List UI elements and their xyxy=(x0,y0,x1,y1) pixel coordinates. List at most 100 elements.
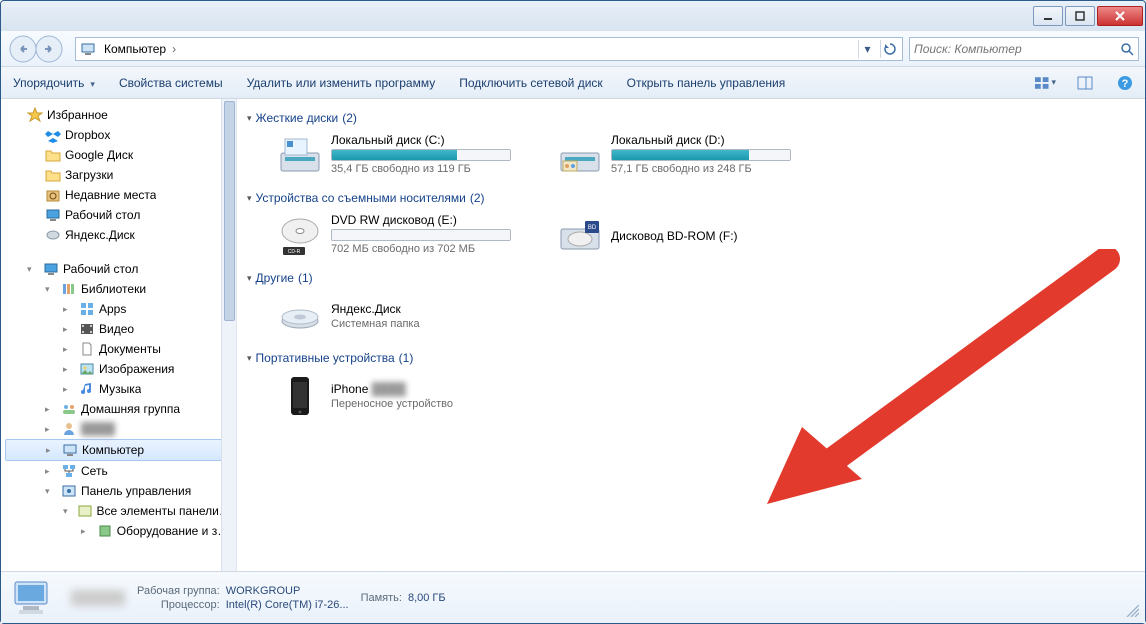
usage-bar xyxy=(331,149,511,161)
search-icon xyxy=(1120,42,1134,56)
folder-icon xyxy=(45,147,61,163)
bdrom-icon: BD xyxy=(557,213,603,259)
sidebar-item-recent[interactable]: Недавние места xyxy=(5,185,236,205)
cp-all-icon xyxy=(77,503,93,519)
breadcrumb-dropdown[interactable]: ▾ xyxy=(858,40,876,58)
organize-button[interactable]: Упорядочить xyxy=(9,74,99,92)
sidebar-item-computer[interactable]: ▸Компьютер xyxy=(5,439,236,461)
cdrom-icon: CD-R xyxy=(277,213,323,259)
minimize-button[interactable] xyxy=(1033,6,1063,26)
search-input[interactable] xyxy=(914,42,1120,56)
usage-bar xyxy=(331,229,511,241)
uninstall-change-button[interactable]: Удалить или изменить программу xyxy=(243,74,440,92)
sidebar-desktop-head[interactable]: ▾Рабочий стол xyxy=(5,259,236,279)
resize-grip[interactable] xyxy=(1125,603,1139,617)
sidebar-item-docs[interactable]: ▸Документы xyxy=(5,339,236,359)
search-box[interactable] xyxy=(909,37,1139,61)
sidebar-item-pics[interactable]: ▸Изображения xyxy=(5,359,236,379)
music-icon xyxy=(79,381,95,397)
memory-label: Память: xyxy=(361,592,402,604)
sidebar-item-homegroup[interactable]: ▸Домашняя группа xyxy=(5,399,236,419)
workgroup-value: WORKGROUP xyxy=(226,585,349,597)
svg-text:CD-R: CD-R xyxy=(288,249,301,255)
ydisk-icon xyxy=(277,293,323,339)
section-removable[interactable]: ▾Устройства со съемными носителями (2) xyxy=(247,191,1135,205)
sidebar-item-ydisk[interactable]: Яндекс.Диск xyxy=(5,225,236,245)
recent-icon xyxy=(45,187,61,203)
sidebar-item-music[interactable]: ▸Музыка xyxy=(5,379,236,399)
item-iphone[interactable]: iPhone ████Переносное устройство xyxy=(277,373,537,419)
computer-icon xyxy=(62,442,78,458)
sidebar-item-videos[interactable]: ▸Видео xyxy=(5,319,236,339)
collapse-icon: ▾ xyxy=(27,264,39,275)
sidebar-item-cp-hw[interactable]: ▸Оборудование и звук xyxy=(5,521,236,541)
maximize-button[interactable] xyxy=(1065,6,1095,26)
drive-icon xyxy=(557,133,603,179)
sidebar-item-network[interactable]: ▸Сеть xyxy=(5,461,236,481)
memory-value: 8,00 ГБ xyxy=(408,592,446,604)
statusbar-domain-blurred xyxy=(71,590,125,606)
star-icon xyxy=(27,107,43,123)
cpu-value: Intel(R) Core(TM) i7-26... xyxy=(226,599,349,611)
view-icons-button[interactable]: ▾ xyxy=(1033,71,1057,95)
iphone-icon xyxy=(277,373,323,419)
desktop-icon xyxy=(45,207,61,223)
close-button[interactable] xyxy=(1097,6,1143,26)
item-ydisk[interactable]: Яндекс.ДискСистемная папка xyxy=(277,293,537,339)
drive-item-d[interactable]: Локальный диск (D:)57,1 ГБ свободно из 2… xyxy=(557,133,817,179)
statusbar: Рабочая группа:WORKGROUP Процессор:Intel… xyxy=(1,571,1145,623)
sidebar-item-apps[interactable]: ▸Apps xyxy=(5,299,236,319)
section-portable[interactable]: ▾Портативные устройства (1) xyxy=(247,351,1135,365)
user-icon xyxy=(61,421,77,437)
section-other[interactable]: ▾Другие (1) xyxy=(247,271,1135,285)
svg-text:?: ? xyxy=(1122,78,1129,90)
drive-item-c[interactable]: Локальный диск (C:)35,4 ГБ свободно из 1… xyxy=(277,133,537,179)
sidebar-item-user[interactable]: ▸████ xyxy=(5,419,236,439)
svg-text:BD: BD xyxy=(588,225,597,231)
pictures-icon xyxy=(79,361,95,377)
sidebar-item-gdrive[interactable]: Google Диск xyxy=(5,145,236,165)
sidebar-item-desktop[interactable]: Рабочий стол xyxy=(5,205,236,225)
sidebar: Избранное Dropbox Google Диск Загрузки Н… xyxy=(1,99,237,571)
sidebar-favorites-head[interactable]: Избранное xyxy=(5,105,236,125)
open-cpanel-button[interactable]: Открыть панель управления xyxy=(623,74,790,92)
drive-icon xyxy=(277,133,323,179)
collapse-icon: ▾ xyxy=(63,506,73,517)
hardware-icon xyxy=(97,523,113,539)
breadcrumb-item[interactable]: Компьютер xyxy=(100,42,180,56)
cpu-label: Процессор: xyxy=(137,599,220,611)
usage-bar xyxy=(611,149,791,161)
libraries-icon xyxy=(61,281,77,297)
folder-icon xyxy=(45,167,61,183)
main-panel: ▾Жесткие диски (2) Локальный диск (C:)35… xyxy=(237,99,1145,571)
network-icon xyxy=(61,463,77,479)
titlebar xyxy=(1,1,1145,31)
explorer-window: Компьютер ▾ Упорядочить Свойства системы… xyxy=(0,0,1146,624)
help-button[interactable]: ? xyxy=(1113,71,1137,95)
desktop-icon xyxy=(43,261,59,277)
drive-item-f[interactable]: BD Дисковод BD-ROM (F:) xyxy=(557,213,817,259)
nav-row: Компьютер ▾ xyxy=(1,31,1145,67)
sidebar-item-cp-all[interactable]: ▾Все элементы панели управле xyxy=(5,501,236,521)
refresh-button[interactable] xyxy=(880,40,898,58)
nav-back-forward[interactable] xyxy=(7,34,69,64)
section-hdd[interactable]: ▾Жесткие диски (2) xyxy=(247,111,1135,125)
cpanel-icon xyxy=(61,483,77,499)
collapse-icon: ▾ xyxy=(45,284,57,295)
preview-pane-button[interactable] xyxy=(1073,71,1097,95)
sidebar-scrollbar[interactable] xyxy=(221,99,236,571)
ydisk-icon xyxy=(45,227,61,243)
videos-icon xyxy=(79,321,95,337)
sidebar-item-downloads[interactable]: Загрузки xyxy=(5,165,236,185)
sidebar-libraries-head[interactable]: ▾Библиотеки xyxy=(5,279,236,299)
address-bar[interactable]: Компьютер ▾ xyxy=(75,37,903,61)
system-properties-button[interactable]: Свойства системы xyxy=(115,74,227,92)
document-icon xyxy=(79,341,95,357)
sidebar-item-dropbox[interactable]: Dropbox xyxy=(5,125,236,145)
sidebar-item-cpanel[interactable]: ▾Панель управления xyxy=(5,481,236,501)
drive-item-e[interactable]: CD-R DVD RW дисковод (E:)702 МБ свободно… xyxy=(277,213,537,259)
toolbar: Упорядочить Свойства системы Удалить или… xyxy=(1,67,1145,99)
content: Избранное Dropbox Google Диск Загрузки Н… xyxy=(1,99,1145,571)
collapse-icon: ▾ xyxy=(45,486,57,497)
map-drive-button[interactable]: Подключить сетевой диск xyxy=(455,74,606,92)
